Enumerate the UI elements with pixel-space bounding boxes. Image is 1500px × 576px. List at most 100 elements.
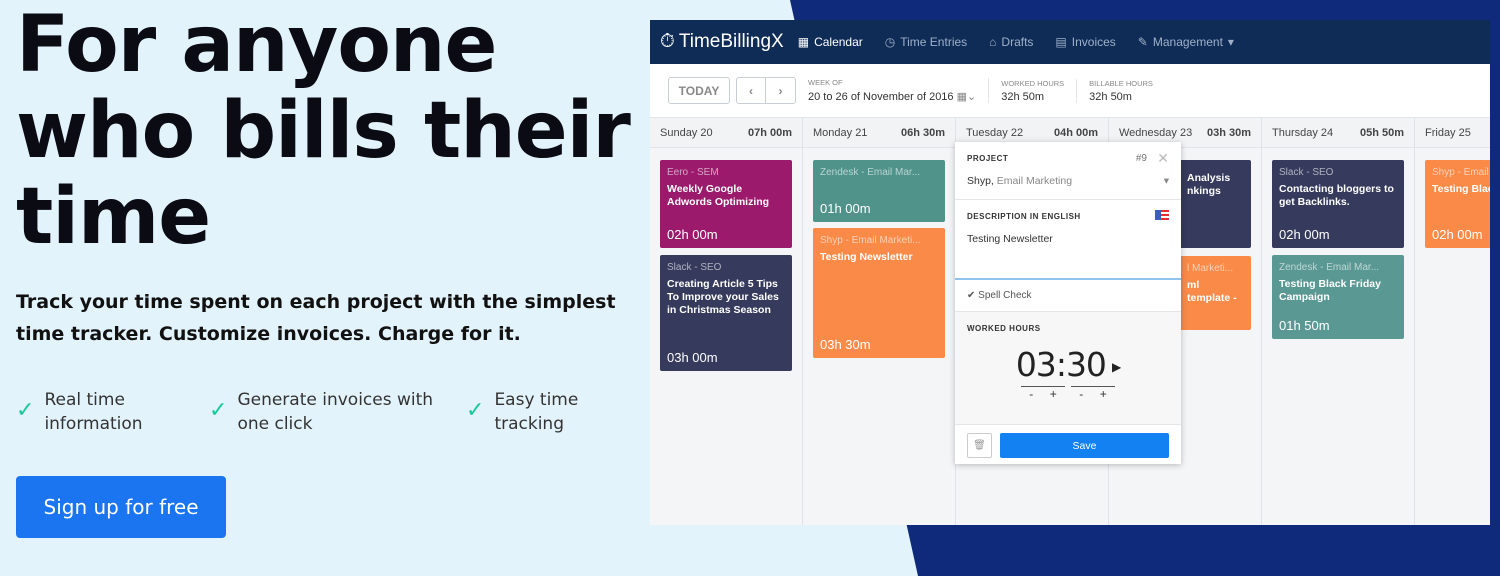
day-total: 04h 00m	[1053, 126, 1098, 139]
card-project: Zendesk - Email Mar...	[1279, 262, 1380, 273]
time-entry-card[interactable]: Shyp - Email Marketi... Testing Newslette…	[813, 228, 945, 358]
edit-icon: ✎	[1137, 35, 1148, 49]
card-title: Testing Black Friday Campaign	[1279, 278, 1381, 303]
feature-3: ✓ Easy time tracking	[466, 388, 606, 436]
card-title: Analysis nkings	[1187, 172, 1231, 197]
card-title: Weekly Google Adwords Optimizing	[667, 183, 770, 208]
card-project: Shyp - Email Marketi...	[820, 235, 921, 246]
logo: ⏱ TimeBillingX	[660, 31, 784, 53]
bank-icon: ⌂	[989, 35, 997, 49]
prev-week-button[interactable]: ‹	[736, 77, 766, 104]
worked-hours-label: WORKED HOURS	[1001, 78, 1065, 88]
hours-value[interactable]: 03	[1016, 345, 1057, 384]
close-icon[interactable]: ✕	[1157, 150, 1169, 167]
timer-icon: ◷	[884, 35, 896, 49]
time-entry-card[interactable]: Zendesk - Email Mar... 01h 00m	[813, 160, 945, 222]
check-icon: ✓	[16, 398, 35, 423]
nav-management[interactable]: ✎ Management ▾	[1138, 35, 1234, 49]
card-hours: 02h 00m	[667, 227, 718, 242]
calendar-icon: ▦	[797, 35, 810, 49]
nav-calendar[interactable]: ▦ Calendar	[798, 35, 863, 49]
day-header: Sunday 20 07h 00m	[650, 118, 802, 148]
day-column: Thursday 24 05h 50m Slack - SEO Contacting …	[1262, 118, 1415, 525]
toolbar: TODAY ‹ › WEEK OF 20 to 26 of November of…	[650, 64, 1490, 118]
project-select[interactable]: Shyp, Email Marketing ▾	[967, 175, 1169, 187]
client-name: Shyp,	[967, 175, 994, 187]
trash-icon[interactable]: 🗑	[967, 433, 992, 458]
hours-plus-button[interactable]: +	[1050, 387, 1057, 401]
us-flag-icon	[1155, 210, 1169, 220]
feature-2: ✓ Generate invoices with one click	[209, 388, 449, 436]
day-name: Thursday 24	[1272, 126, 1334, 139]
logo-text: TimeBillingX	[678, 31, 784, 52]
time-entry-card[interactable]: Shyp - Email Testing Blac campaign 02h 00m	[1425, 160, 1490, 248]
spell-check-toggle[interactable]: ✔ Spell Check	[955, 280, 1181, 312]
day-total: 06h 30m	[900, 126, 945, 139]
app-navbar: ⏱ TimeBillingX ▦ Calendar ◷ Time Entries ⌂ D…	[650, 20, 1490, 64]
card-hours: 03h 00m	[667, 350, 718, 365]
billable-hours-value: 32h 50m	[1089, 90, 1132, 103]
day-name: Sunday 20	[660, 126, 713, 139]
nav-drafts[interactable]: ⌂ Drafts	[989, 35, 1033, 49]
feature-label: Real time information	[44, 390, 143, 434]
time-entry-card[interactable]: Zendesk - Email Mar... Testing Black Frid…	[1272, 255, 1404, 339]
nav-label: Invoices	[1071, 35, 1116, 49]
hero-title: For anyone who bills their time	[16, 0, 631, 262]
week-label: WEEK OF	[808, 78, 843, 87]
minutes-plus-button[interactable]: +	[1100, 387, 1107, 401]
nav-invoices[interactable]: ▤ Invoices	[1055, 35, 1115, 49]
card-project: Slack - SEO	[1279, 167, 1334, 178]
minutes-minus-button[interactable]: -	[1079, 387, 1083, 401]
nav-time-entries[interactable]: ◷ Time Entries	[885, 35, 967, 49]
time-entry-popup: PROJECT #9 ✕ Shyp, Email Marketing ▾ DESC…	[955, 142, 1181, 464]
time-entry-card[interactable]: Slack - SEO Creating Article 5 Tips To Im…	[660, 255, 792, 371]
next-week-button[interactable]: ›	[766, 77, 796, 104]
card-project: l Marketi...	[1187, 263, 1234, 274]
billable-hours-label: BILLABLE HOURS	[1089, 78, 1153, 88]
check-icon: ✓	[466, 398, 485, 423]
week-picker[interactable]: WEEK OF 20 to 26 of November of 2016 ▦⌄	[808, 78, 990, 103]
nav-label: Drafts	[1001, 35, 1034, 49]
card-hours: 02h 00m	[1279, 227, 1330, 242]
card-hours: 01h 50m	[1279, 318, 1330, 333]
day-name: Wednesday 23	[1119, 126, 1193, 139]
entry-number: #9	[1135, 153, 1147, 164]
day-total: 05h 50m	[1359, 126, 1404, 139]
card-title: Creating Article 5 Tips To Improve your …	[667, 278, 779, 316]
time-entry-card[interactable]: Eero - SEM Weekly Google Adwords Optimizi…	[660, 160, 792, 248]
time-entry-card[interactable]: Slack - SEO Contacting bloggers to get Ba…	[1272, 160, 1404, 248]
caret-down-icon: ▾	[1227, 35, 1234, 49]
nav-label: Management	[1152, 35, 1223, 49]
card-hours: 02h 00m	[1432, 227, 1483, 242]
day-column: Sunday 20 07h 00m Eero - SEM Weekly Google …	[650, 118, 803, 525]
check-icon: ✔	[967, 290, 976, 301]
day-name: Monday 21	[813, 126, 868, 139]
day-column: Friday 25 Shyp - Email Testing Blac campai…	[1415, 118, 1490, 525]
feature-label: Easy time tracking	[494, 390, 579, 434]
today-button[interactable]: TODAY	[668, 77, 730, 104]
worked-hours-value: 32h 50m	[1001, 90, 1045, 103]
description-label: DESCRIPTION IN ENGLISH	[967, 212, 1081, 221]
hours-minus-button[interactable]: -	[1029, 387, 1033, 401]
minutes-value[interactable]: 30	[1066, 345, 1107, 384]
save-button[interactable]: Save	[1000, 433, 1169, 458]
worked-hours-label: WORKED HOURS	[967, 324, 1041, 333]
day-header: Friday 25	[1415, 118, 1490, 148]
nav-label: Calendar	[814, 35, 863, 49]
day-name: Tuesday 22	[966, 126, 1024, 139]
project-name: Email Marketing	[996, 175, 1073, 187]
caret-down-icon: ▾	[1163, 175, 1169, 187]
feature-1: ✓ Real time information	[16, 388, 196, 436]
card-hours: 01h 00m	[820, 201, 871, 216]
signup-button[interactable]: Sign up for free	[16, 476, 226, 538]
description-field[interactable]: DESCRIPTION IN ENGLISH Testing Newslette…	[955, 200, 1181, 280]
stopwatch-icon: ⏱	[660, 31, 675, 52]
day-total: 03h 30m	[1206, 126, 1251, 139]
card-hours: 03h 30m	[820, 337, 871, 352]
play-icon[interactable]: ▶	[1112, 360, 1121, 374]
card-project: Eero - SEM	[667, 167, 719, 178]
nav-label: Time Entries	[900, 35, 968, 49]
spell-check-label: Spell Check	[978, 290, 1032, 301]
week-value: 20 to 26 of November of 2016	[808, 91, 954, 103]
day-name: Friday 25	[1425, 126, 1471, 139]
